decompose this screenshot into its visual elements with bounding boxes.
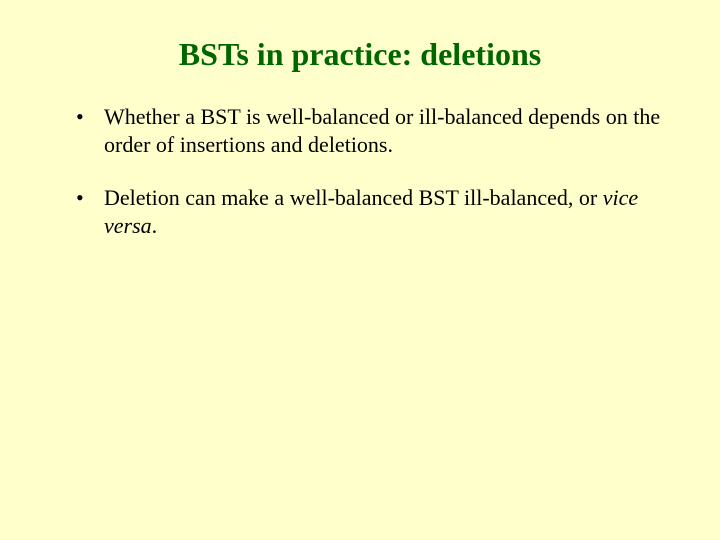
slide-title: BSTs in practice: deletions	[50, 36, 670, 73]
list-item: Whether a BST is well-balanced or ill-ba…	[70, 103, 670, 158]
bullet-text-part: .	[152, 213, 158, 238]
list-item: Deletion can make a well-balanced BST il…	[70, 184, 670, 239]
bullet-list: Whether a BST is well-balanced or ill-ba…	[70, 103, 670, 239]
bullet-text: Whether a BST is well-balanced or ill-ba…	[104, 104, 660, 157]
slide: BSTs in practice: deletions Whether a BS…	[0, 0, 720, 540]
bullet-text-part: Deletion can make a well-balanced BST il…	[104, 185, 603, 210]
